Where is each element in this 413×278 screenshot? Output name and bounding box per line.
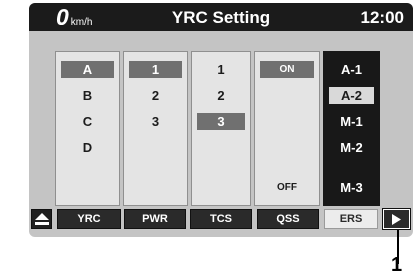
yrc-setting-screen: 0 km/h YRC Setting 12:00 A B C D 1 2 3 1… — [29, 3, 413, 237]
yrc-option-a[interactable]: A — [61, 61, 114, 78]
tcs-mode-column: 1 2 3 — [191, 51, 251, 206]
tcs-option-1[interactable]: 1 — [197, 61, 245, 78]
ers-option-a1[interactable]: A-1 — [329, 61, 374, 78]
tab-tcs[interactable]: TCS — [190, 209, 252, 229]
yrc-option-d[interactable]: D — [61, 139, 114, 156]
bottom-tab-bar: YRC PWR TCS QSS ERS — [29, 207, 413, 231]
tab-ers[interactable]: ERS — [324, 209, 378, 229]
next-page-button[interactable] — [382, 208, 411, 230]
pwr-option-1[interactable]: 1 — [129, 61, 182, 78]
ers-option-m1[interactable]: M-1 — [329, 113, 374, 130]
yrc-option-b[interactable]: B — [61, 87, 114, 104]
header-bar: 0 km/h YRC Setting 12:00 — [29, 3, 413, 31]
ers-option-m2[interactable]: M-2 — [329, 139, 374, 156]
ers-mode-column: A-1 A-2 M-1 M-2 M-3 — [323, 51, 380, 206]
tcs-option-3[interactable]: 3 — [197, 113, 245, 130]
tab-qss[interactable]: QSS — [257, 209, 319, 229]
yrc-mode-column: A B C D — [55, 51, 120, 206]
qss-mode-column: ON OFF — [254, 51, 320, 206]
ers-option-m3[interactable]: M-3 — [329, 179, 374, 196]
tcs-option-2[interactable]: 2 — [197, 87, 245, 104]
pwr-mode-column: 1 2 3 — [123, 51, 188, 206]
tab-pwr[interactable]: PWR — [124, 209, 186, 229]
screen-title: YRC Setting — [171, 8, 271, 27]
tab-yrc[interactable]: YRC — [57, 209, 121, 229]
ers-option-a2[interactable]: A-2 — [329, 87, 374, 104]
yrc-option-c[interactable]: C — [61, 113, 114, 130]
pwr-option-2[interactable]: 2 — [129, 87, 182, 104]
clock: 12:00 — [360, 8, 404, 27]
qss-option-off[interactable]: OFF — [260, 179, 314, 196]
play-arrow-icon — [392, 213, 401, 225]
qss-option-on[interactable]: ON — [260, 61, 314, 78]
pwr-option-3[interactable]: 3 — [129, 113, 182, 130]
eject-button[interactable] — [31, 209, 52, 229]
eject-icon — [34, 213, 49, 225]
callout-number: 1 — [391, 254, 403, 276]
